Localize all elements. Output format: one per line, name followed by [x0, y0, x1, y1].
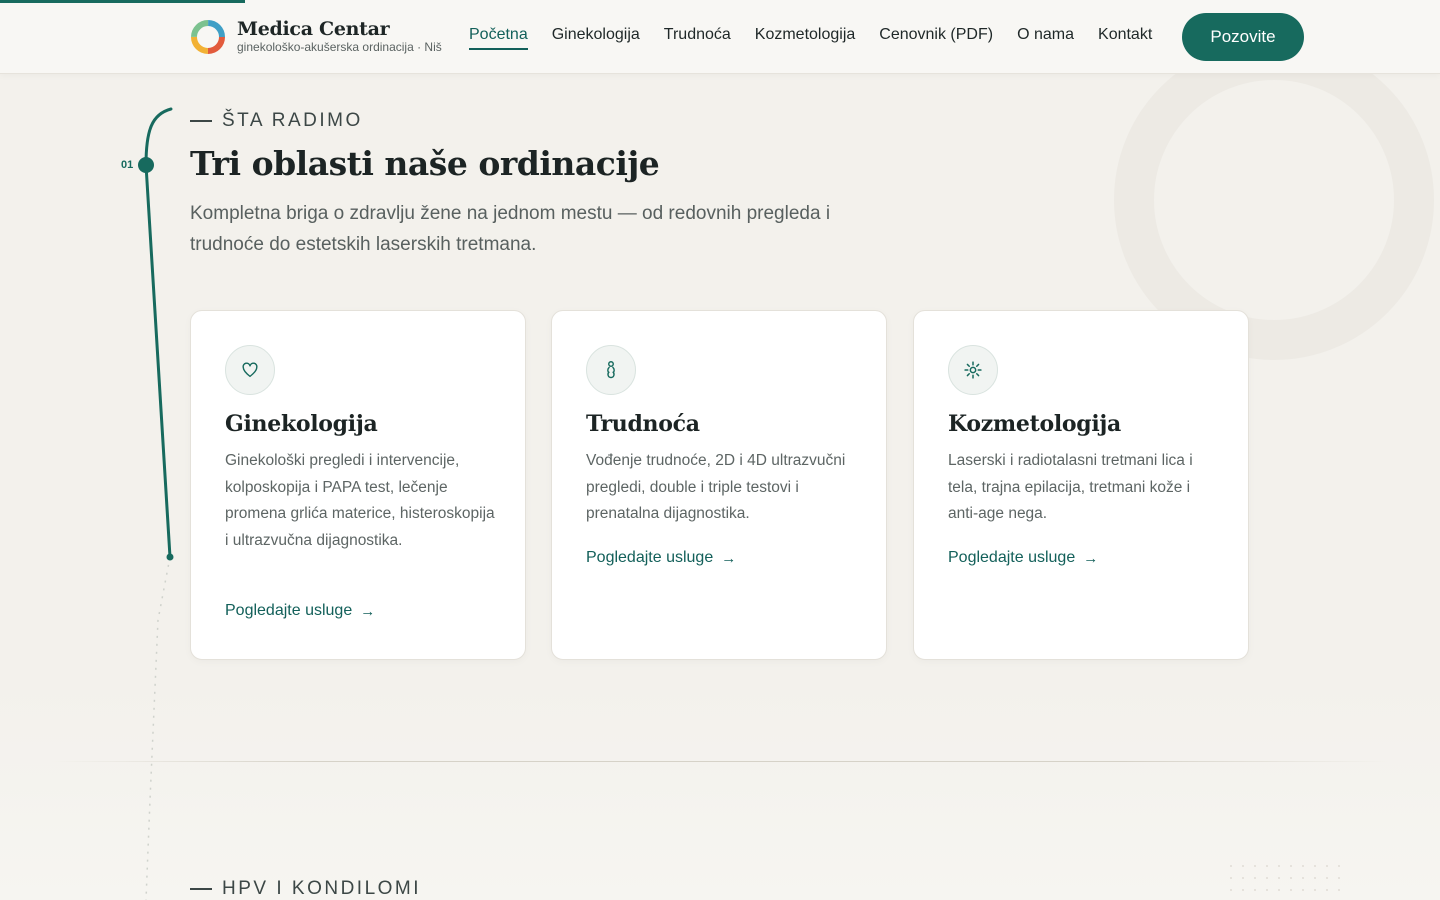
service-card-ginekologija[interactable]: Ginekologija Ginekološki pregledi i inte… [190, 310, 526, 660]
nav-item-kozmetologija[interactable]: Kozmetologija [755, 26, 856, 50]
card-description: Ginekološki pregledi i intervencije, kol… [225, 452, 495, 549]
card-title: Ginekologija [225, 411, 378, 437]
arrow-right-icon: → [360, 602, 376, 620]
section-eyebrow: ŠTA RADIMO [190, 110, 363, 132]
nav-item-trudnoca[interactable]: Trudnoća [664, 26, 731, 50]
nav-item-o-nama[interactable]: O nama [1017, 26, 1074, 50]
lower-band [0, 680, 1440, 900]
card-link-ginekologija[interactable]: Pogledajte usluge → [225, 602, 375, 620]
nav-item-kontakt[interactable]: Kontakt [1098, 26, 1152, 50]
service-card-kozmetologija[interactable]: Kozmetologija Laserski i radiotalasni tr… [913, 310, 1249, 660]
eyebrow-dash [190, 120, 212, 122]
brand-subtitle: ginekološko-akušerska ordinacija · Niš [237, 40, 442, 54]
nav-item-pocetna[interactable]: Početna [469, 26, 528, 50]
sparkle-icon [948, 345, 998, 395]
logo-icon[interactable] [189, 18, 227, 56]
timeline-step-number: 01 [121, 159, 134, 171]
timeline-end-dot [166, 553, 174, 561]
timeline-dot [138, 157, 154, 173]
pregnancy-icon [586, 345, 636, 395]
call-button[interactable]: Pozovite [1182, 13, 1304, 61]
section-title: Tri oblasti naše ordinacije [190, 144, 660, 183]
card-link-label[interactable]: Pogledajte usluge [225, 602, 352, 620]
timeline-line [138, 107, 174, 900]
next-section-eyebrow-label: HPV I KONDILOMI [222, 878, 422, 899]
card-link-trudnoca[interactable]: Pogledajte usluge → [586, 549, 736, 567]
card-link-label[interactable]: Pogledajte usluge [948, 549, 1075, 567]
section-lead: Kompletna briga o zdravlju žene na jedno… [190, 203, 831, 255]
next-section-eyebrow: HPV I KONDILOMI [190, 878, 421, 900]
main-nav: Početna Ginekologija Trudnoća Kozmetolog… [469, 26, 1176, 50]
decorative-dots [1225, 860, 1345, 900]
card-title: Trudnoća [586, 411, 700, 437]
card-link-kozmetologija[interactable]: Pogledajte usluge → [948, 549, 1098, 567]
nav-item-ginekologija[interactable]: Ginekologija [552, 26, 640, 50]
card-description: Vođenje trudnoće, 2D i 4D ultrazvučni pr… [586, 452, 846, 522]
scroll-progress-bar [0, 0, 245, 3]
service-card-trudnoca[interactable]: Trudnoća Vođenje trudnoće, 2D i 4D ultra… [551, 310, 887, 660]
section-divider [50, 761, 1390, 762]
card-description: Laserski i radiotalasni tretmani lica i … [948, 452, 1193, 522]
card-link-label[interactable]: Pogledajte usluge [586, 549, 713, 567]
site-header: Medica Centar ginekološko-akušerska ordi… [0, 0, 1440, 74]
heart-icon [225, 345, 275, 395]
card-title: Kozmetologija [948, 411, 1122, 437]
nav-item-cenovnik[interactable]: Cenovnik (PDF) [879, 26, 993, 50]
arrow-right-icon: → [721, 549, 737, 567]
section-eyebrow-label: ŠTA RADIMO [222, 110, 363, 131]
eyebrow-dash [190, 888, 212, 890]
brand-name[interactable]: Medica Centar [237, 18, 390, 40]
arrow-right-icon: → [1083, 549, 1099, 567]
